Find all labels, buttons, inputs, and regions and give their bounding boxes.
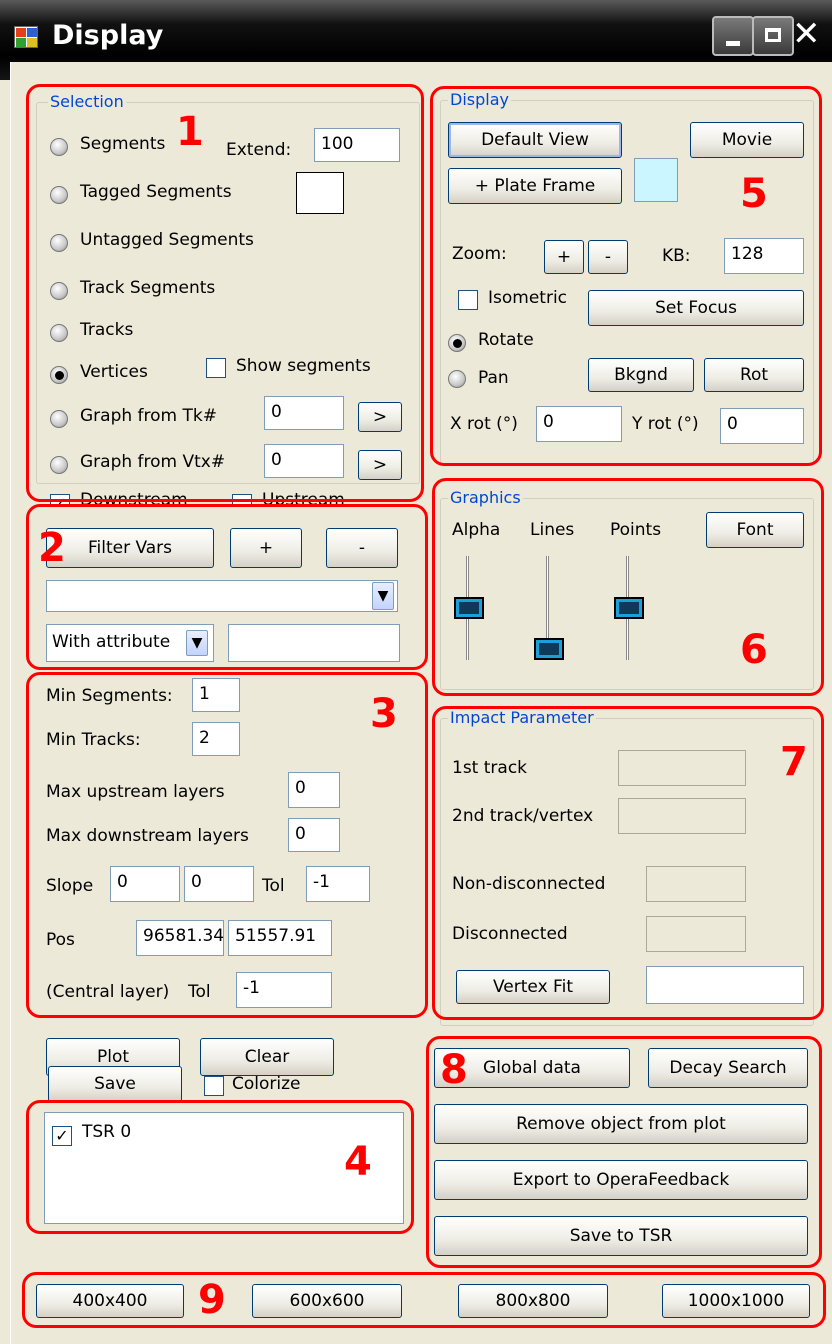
annotation-box-9 (22, 1272, 826, 1328)
clear-button[interactable]: Clear (200, 1038, 334, 1076)
annotation-box-3 (26, 672, 428, 1018)
app-icon (14, 26, 38, 48)
annotation-number-8: 8 (440, 1047, 468, 1093)
window-title: Display (52, 20, 164, 51)
annotation-number-6: 6 (740, 627, 768, 673)
annotation-number-4: 4 (344, 1139, 372, 1185)
annotation-number-7: 7 (780, 739, 808, 785)
annotation-number-1: 1 (176, 109, 204, 155)
colorize-label: Colorize (232, 1074, 301, 1094)
maximize-button[interactable] (752, 16, 794, 56)
annotation-box-5 (430, 86, 822, 466)
annotation-number-9: 9 (198, 1277, 226, 1323)
minimize-button[interactable] (712, 16, 754, 56)
annotation-number-5: 5 (740, 171, 768, 217)
annotation-number-3: 3 (370, 691, 398, 737)
annotation-box-7 (432, 706, 824, 1020)
close-button[interactable]: ✕ (792, 14, 821, 54)
annotation-box-2 (26, 504, 428, 670)
colorize-checkbox[interactable] (204, 1076, 224, 1096)
save-button[interactable]: Save (48, 1066, 182, 1102)
annotation-box-8 (426, 1036, 822, 1268)
annotation-box-1 (26, 84, 424, 502)
annotation-number-2: 2 (38, 525, 66, 571)
